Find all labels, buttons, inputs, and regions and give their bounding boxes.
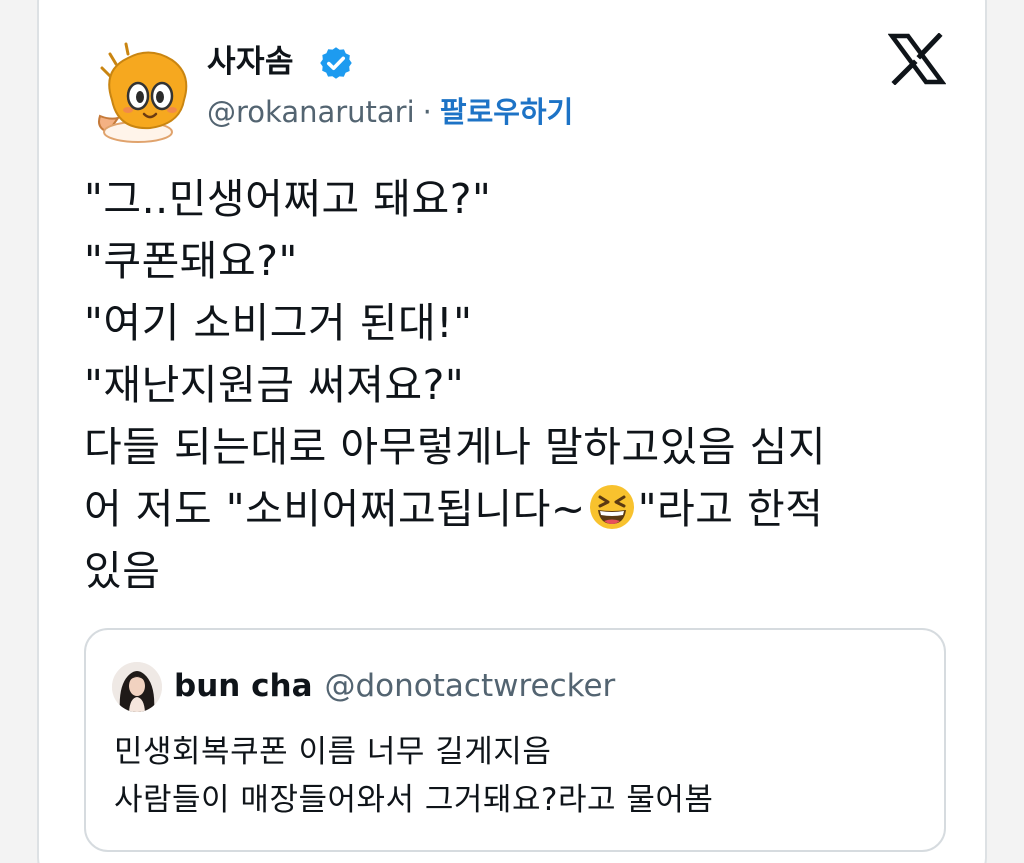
- page: 사자솜 @rokanarutari · 팔로우하기 "그..민생어쩌고 돼요?" "…: [0, 0, 1024, 863]
- quoted-author-handle[interactable]: @donotactwrecker: [325, 668, 616, 704]
- tweet-line: "쿠폰돼요?": [84, 237, 298, 285]
- grinning-squinting-face-emoji-icon: [589, 485, 634, 529]
- tweet-line-part: "라고 한적: [637, 485, 824, 533]
- quoted-tweet-text: 민생회복쿠폰 이름 너무 길게지음 사람들이 매장들어와서 그거돼요?라고 물어…: [114, 728, 713, 824]
- tweet-line: "재난지원금 써져요?": [84, 361, 465, 409]
- author-handle[interactable]: @rokanarutari: [207, 95, 415, 129]
- user-photo-avatar-icon: [112, 662, 162, 712]
- x-logo-icon[interactable]: [888, 33, 946, 85]
- quoted-author-name[interactable]: bun cha: [174, 668, 313, 704]
- tweet-line: "그..민생어쩌고 돼요?": [84, 175, 492, 223]
- quoted-tweet-line: 사람들이 매장들어와서 그거돼요?라고 물어봄: [114, 782, 714, 818]
- verified-badge-icon: [320, 47, 352, 79]
- follow-button[interactable]: 팔로우하기: [440, 95, 573, 129]
- separator-dot: ·: [422, 95, 432, 129]
- tweet-line: 다들 되는대로 아무렇게나 말하고있음 심지: [84, 423, 827, 471]
- author-handle-row: @rokanarutari · 팔로우하기: [207, 90, 573, 134]
- tweet-text: "그..민생어쩌고 돼요?" "쿠폰돼요?" "여기 소비그거 된대!" "재난…: [84, 168, 964, 602]
- author-display-name[interactable]: 사자솜: [207, 40, 294, 84]
- tweet-line-part: 어 저도 "소비어쩌고됩니다~: [84, 485, 586, 533]
- tweet-line: 있음: [84, 547, 161, 595]
- lion-avatar-icon: [98, 42, 188, 143]
- tweet-line-with-emoji: 어 저도 "소비어쩌고됩니다~ "라고 한적: [84, 478, 964, 540]
- quoted-author-row: bun cha @donotactwrecker: [174, 664, 615, 708]
- quoted-tweet-card[interactable]: bun cha @donotactwrecker 민생회복쿠폰 이름 너무 길게지…: [84, 628, 946, 852]
- quoted-tweet-line: 민생회복쿠폰 이름 너무 길게지음: [114, 734, 552, 770]
- quoted-author-avatar[interactable]: [112, 662, 162, 712]
- tweet-line: "여기 소비그거 된대!": [84, 299, 473, 347]
- author-avatar[interactable]: [88, 40, 198, 150]
